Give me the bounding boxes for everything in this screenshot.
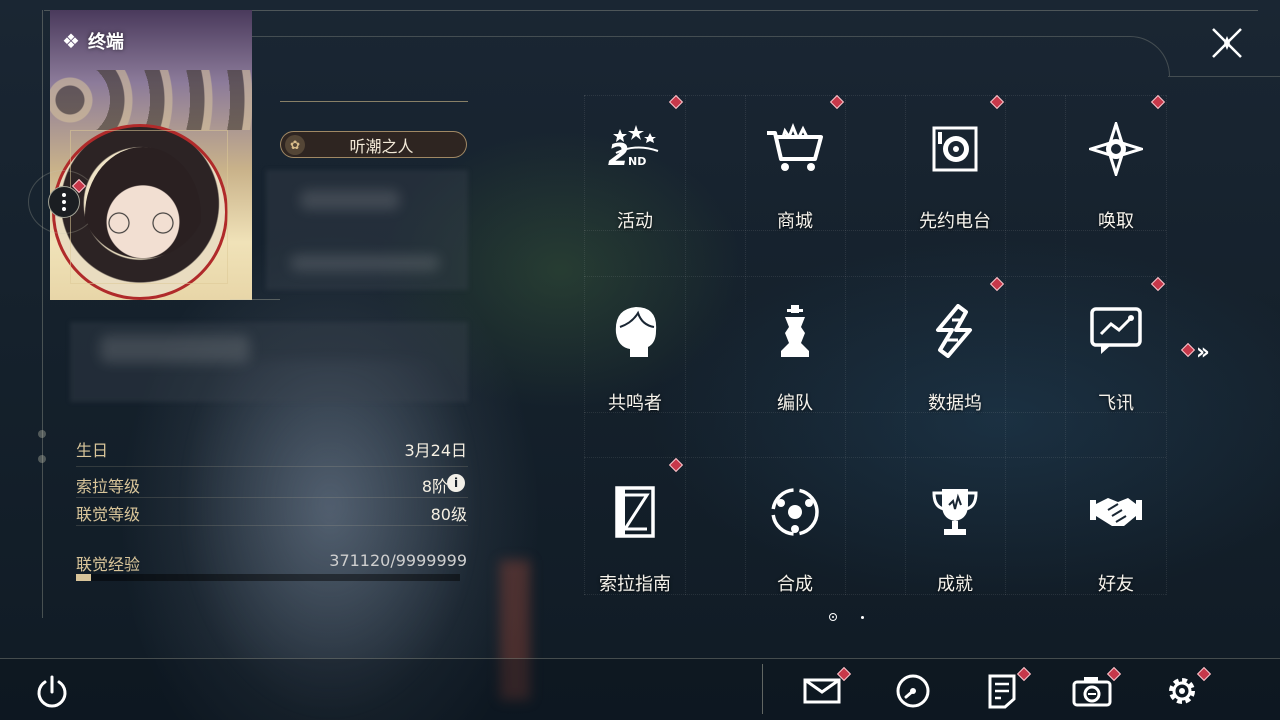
- menu-item-label: 活动: [617, 211, 653, 232]
- handshake-icon: [1086, 482, 1146, 542]
- trophy-icon: [925, 482, 985, 542]
- menu-item-resonators[interactable]: 共鸣者: [555, 283, 715, 443]
- name-top-line: [280, 101, 468, 102]
- menu-item-shop[interactable]: 商城: [715, 101, 875, 261]
- notes-icon: [988, 674, 1016, 709]
- sola-level-value: 8阶: [421, 477, 448, 496]
- menu-item-label: 共鸣者: [608, 393, 662, 414]
- chess-piece-icon: [765, 301, 825, 361]
- menu-item-events[interactable]: 2 ND 活动: [555, 101, 715, 261]
- frame-right-line: [1168, 76, 1280, 77]
- menu-item-data-dock[interactable]: 数据坞: [875, 283, 1035, 443]
- profile-divider: [230, 299, 280, 300]
- grid-line: [584, 457, 1166, 458]
- guide-book-icon: [605, 482, 665, 542]
- bottom-divider: [762, 664, 763, 714]
- power-button[interactable]: [34, 674, 70, 710]
- menu-item-achievements[interactable]: 成就: [875, 464, 1035, 624]
- power-icon: [37, 675, 67, 708]
- settings-button[interactable]: [1162, 671, 1202, 711]
- exp-progress-bar: [76, 574, 460, 581]
- menu-item-synthesis[interactable]: 合成: [715, 464, 875, 624]
- menu-item-radio[interactable]: 先约电台: [875, 101, 1035, 261]
- grid-line: [584, 276, 1166, 277]
- grid-line: [584, 95, 1166, 96]
- blurred-text: [100, 335, 250, 363]
- synthesis-icon: [765, 482, 825, 542]
- menu-item-label: 合成: [777, 574, 813, 595]
- next-page-button[interactable]: › ›: [1196, 340, 1210, 365]
- union-level-label: 联觉等级: [76, 505, 141, 524]
- mail-icon: [803, 678, 841, 704]
- sola-level-label: 索拉等级: [76, 477, 141, 496]
- menu-item-label: 商城: [777, 211, 813, 232]
- terminal-title: 终端: [87, 32, 124, 53]
- svg-text:ND: ND: [628, 155, 646, 168]
- union-exp-label: 联觉经验: [76, 555, 141, 574]
- blurred-text: [290, 255, 440, 271]
- menu-item-guidebook[interactable]: 索拉指南: [555, 464, 715, 624]
- menu-item-friends[interactable]: 好友: [1036, 464, 1196, 624]
- history-button[interactable]: [893, 671, 933, 711]
- player-name: 听潮之人: [349, 136, 414, 156]
- page-indicator-current[interactable]: [829, 613, 837, 621]
- menu-item-label: 先约电台: [919, 211, 991, 232]
- page-indicator[interactable]: [861, 616, 864, 619]
- union-level-value: 80级: [430, 505, 467, 524]
- svg-text:2: 2: [608, 138, 629, 173]
- birthday-value: 3月24日: [404, 441, 467, 460]
- union-exp-value: 371120/9999999: [329, 551, 467, 570]
- dot: [62, 200, 66, 204]
- name-plate[interactable]: ✿ 听潮之人: [280, 131, 467, 158]
- compass-star-icon: [1086, 119, 1146, 179]
- dot: [62, 193, 66, 197]
- data-dock-icon: [925, 301, 985, 361]
- character-head-icon: [605, 301, 665, 361]
- camera-icon: [1072, 677, 1112, 707]
- diamond-cluster-icon: ❖: [62, 29, 80, 53]
- message-bubble-icon: [1086, 301, 1146, 361]
- menu-item-label: 索拉指南: [599, 574, 671, 595]
- blurred-info: [266, 170, 468, 290]
- menu-item-convene[interactable]: 唤取: [1036, 101, 1196, 261]
- dot: [62, 207, 66, 211]
- menu-item-messages[interactable]: 飞讯: [1036, 283, 1196, 443]
- frame-dot: [38, 455, 46, 463]
- more-options-button[interactable]: [48, 186, 80, 218]
- menu-item-label: 成就: [937, 574, 973, 595]
- frame-dot: [38, 430, 46, 438]
- stat-divider: [76, 525, 468, 526]
- frame-curve: [250, 36, 1170, 76]
- gear-icon: [1169, 678, 1195, 704]
- menu-item-label: 编队: [777, 393, 813, 414]
- stat-divider: [76, 466, 468, 467]
- frame-left-line: [42, 10, 43, 618]
- close-button[interactable]: [1210, 26, 1244, 60]
- 2nd-anniversary-icon: 2 ND: [605, 119, 665, 179]
- radio-icon: [925, 119, 985, 179]
- card-decoration: [50, 70, 252, 130]
- menu-item-label: 飞讯: [1098, 393, 1134, 414]
- info-icon[interactable]: i: [447, 474, 465, 492]
- birthday-label: 生日: [76, 441, 109, 460]
- shopping-cart-icon: [765, 119, 825, 179]
- exp-progress-fill: [76, 574, 92, 581]
- terminal-header: ❖ 终端: [62, 28, 124, 54]
- close-icon: [1212, 28, 1242, 58]
- camera-button[interactable]: [1072, 671, 1112, 711]
- stat-divider: [76, 497, 468, 498]
- menu-item-label: 数据坞: [928, 393, 982, 414]
- menu-item-label: 唤取: [1098, 211, 1134, 232]
- mail-button[interactable]: [802, 671, 842, 711]
- clock-icon: [896, 674, 930, 708]
- menu-item-label: 好友: [1098, 574, 1134, 595]
- notes-button[interactable]: [982, 671, 1022, 711]
- badge-icon: ✿: [285, 135, 305, 155]
- blurred-text: [300, 190, 400, 210]
- menu-item-team[interactable]: 编队: [715, 283, 875, 443]
